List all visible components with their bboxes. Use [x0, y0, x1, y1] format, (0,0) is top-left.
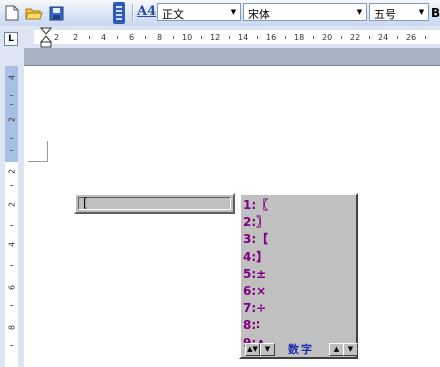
ruler-mark [10, 185, 13, 186]
open-folder-icon[interactable] [24, 3, 44, 23]
indent-markers-icon[interactable] [40, 27, 52, 49]
ruler-mark [285, 36, 286, 39]
ruler-tick-label: 4 [7, 241, 17, 248]
ruler-mark [10, 95, 13, 96]
document-page[interactable] [24, 66, 440, 367]
ruler-mark [201, 36, 202, 39]
ruler-tick-label: 2 [73, 33, 79, 42]
page-first-icon[interactable]: ▲▼ [245, 343, 260, 356]
style-dropdown[interactable]: 正文 ▼ [157, 3, 241, 21]
ruler-mark [145, 36, 146, 39]
candidate-item[interactable]: 4:】 [243, 249, 268, 266]
candidate-item[interactable]: 1:〖 [243, 197, 268, 214]
ruler-mark [397, 36, 398, 39]
ruler-mark [10, 345, 13, 346]
candidate-item[interactable]: 5:± [243, 266, 268, 283]
candidate-item[interactable]: 7:÷ [243, 300, 268, 317]
toolbar-grip-handle[interactable] [113, 2, 125, 24]
ruler-mark [341, 36, 342, 39]
ruler-mark [229, 36, 230, 39]
chevron-down-icon[interactable]: ▼ [415, 4, 428, 20]
ruler-mark [173, 36, 174, 39]
ruler-tick-label: 4 [7, 74, 17, 81]
font-size-dropdown-value: 五号 [374, 8, 396, 21]
formatting-toolbar: A4 正文 ▼ 宋体 ▼ 五号 ▼ B [0, 0, 440, 27]
margin-corner-mark [28, 161, 48, 162]
font-dropdown[interactable]: 宋体 ▼ [243, 3, 367, 21]
style-dropdown-value: 正文 [162, 8, 184, 21]
chevron-down-icon[interactable]: ▼ [227, 4, 240, 20]
ruler-tick-label: 16 [266, 33, 277, 42]
ruler-mark [10, 225, 13, 226]
candidate-item[interactable]: 2:〗 [243, 214, 268, 231]
ruler-tick-label: 2 [7, 116, 17, 123]
ruler-mark [10, 305, 13, 306]
ruler-tick-label: 2 [7, 168, 17, 175]
ruler-tick-label: 4 [101, 33, 107, 42]
ruler-mark [10, 138, 13, 139]
page-up-icon[interactable]: ▼ [260, 343, 275, 356]
ruler-tick-label: 8 [7, 324, 17, 331]
tab-selector-button[interactable]: L [4, 32, 18, 46]
ruler-mark [10, 104, 13, 105]
page-next-icon[interactable]: ▼ [343, 343, 358, 356]
ruler-tick-label: 22 [350, 33, 361, 42]
toolbar-separator [132, 4, 133, 22]
candidate-item[interactable]: 3:【 [243, 231, 268, 248]
ruler-tick-label: 14 [238, 33, 249, 42]
save-icon[interactable] [46, 3, 66, 23]
ime-composition-text: [ [83, 196, 88, 210]
candidate-item[interactable]: 6:× [243, 283, 268, 300]
chevron-down-icon[interactable]: ▼ [353, 4, 366, 20]
ruler-tick-label: 26 [406, 33, 417, 42]
ime-composition-window: [ [74, 193, 235, 214]
ruler-mark [10, 265, 13, 266]
ruler-mark [257, 36, 258, 39]
bold-icon[interactable]: B [431, 3, 440, 23]
page-top-gap [24, 48, 440, 65]
new-document-icon[interactable] [2, 3, 22, 23]
styles-and-formatting-icon[interactable]: A4 [137, 4, 156, 19]
ruler-mark [425, 36, 426, 39]
ruler-mark [89, 36, 90, 39]
margin-corner-mark [47, 141, 48, 162]
ruler-tick-label: 12 [210, 33, 221, 42]
ruler-tick-label: 24 [378, 33, 389, 42]
ruler-tick-label: 10 [182, 33, 193, 42]
ruler-tick-label: 6 [129, 33, 135, 42]
ruler-tick-label: 2 [7, 201, 17, 208]
ruler-tick-label: 8 [157, 33, 163, 42]
ime-candidate-window: 1:〖 2:〗 3:【 4:】 5:± 6:× 7:÷ 8:∶ 9:∧ ▲▼ ▼… [239, 193, 358, 359]
ruler-tick-label: 6 [7, 284, 17, 291]
ruler-tick-label: 20 [322, 33, 333, 42]
ruler-tick-label: 18 [294, 33, 305, 42]
candidate-mode-label: 数字 [288, 343, 314, 356]
ruler-mark [10, 150, 13, 151]
candidate-footer: ▲▼ ▼ 数字 ▲ ▼ [243, 342, 358, 356]
candidate-item[interactable]: 8:∶ [243, 317, 268, 334]
ruler-mark [369, 36, 370, 39]
ruler-tick-label: 2 [54, 33, 60, 42]
font-dropdown-value: 宋体 [248, 8, 270, 21]
ruler-mark [117, 36, 118, 39]
ruler-mark [313, 36, 314, 39]
font-size-dropdown[interactable]: 五号 ▼ [369, 3, 429, 21]
page-prev-icon[interactable]: ▲ [329, 343, 344, 356]
